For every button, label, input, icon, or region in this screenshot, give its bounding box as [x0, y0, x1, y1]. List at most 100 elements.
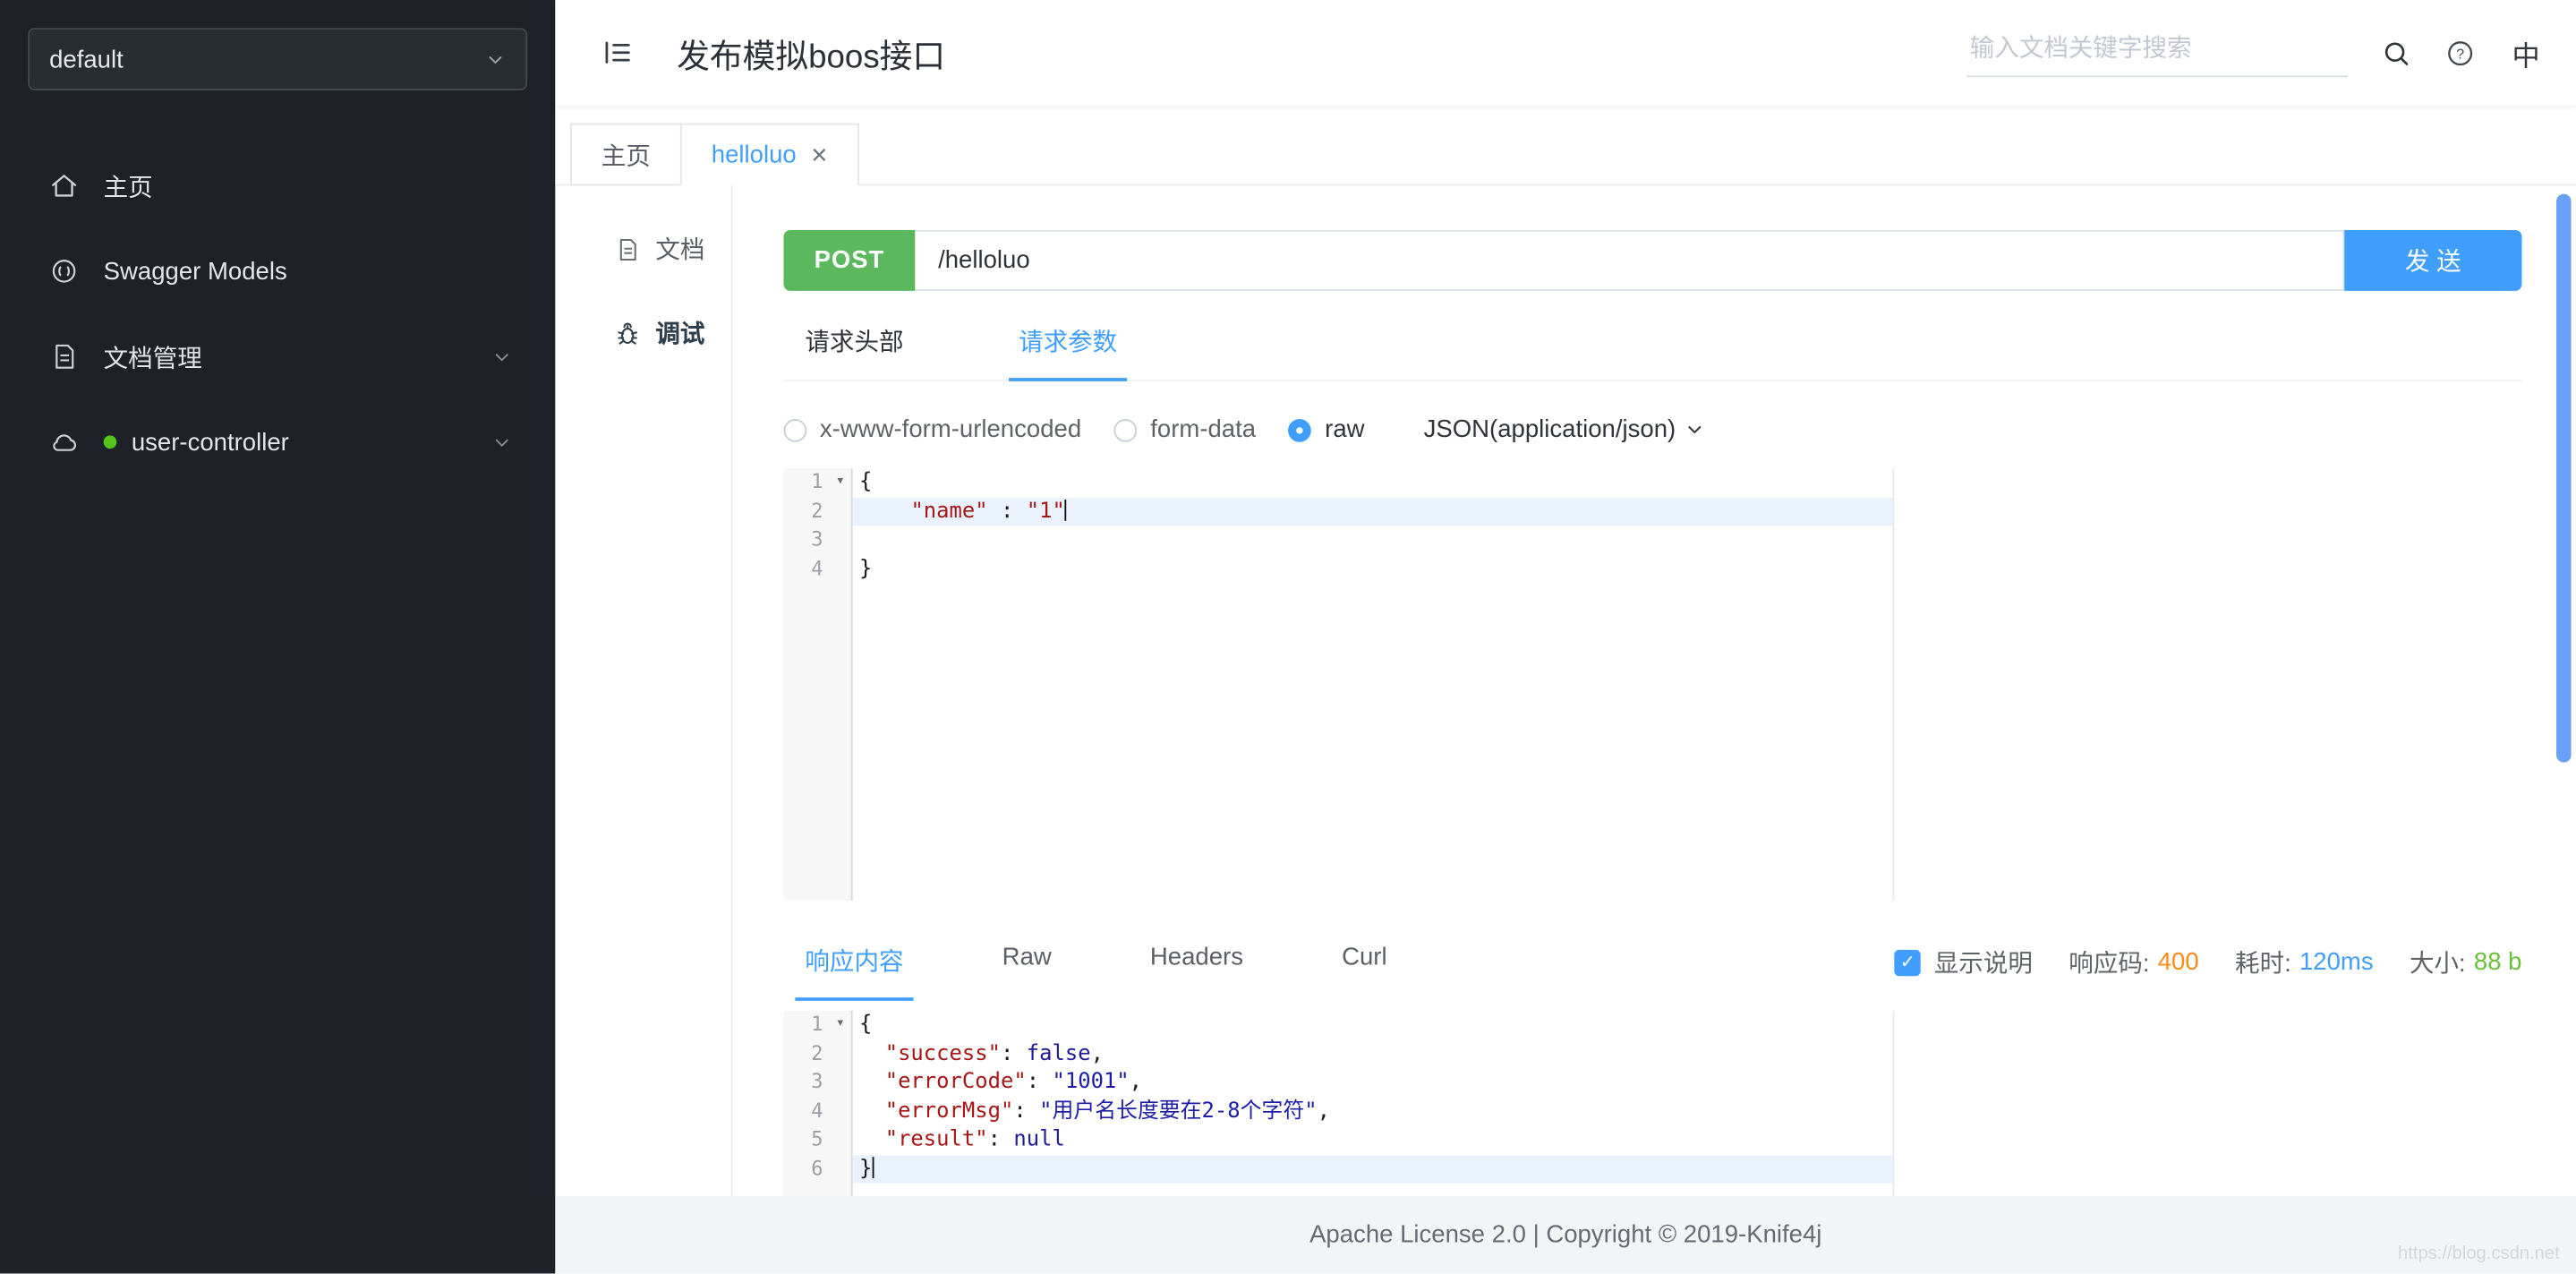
sidebar-item-user-controller[interactable]: user-controller: [0, 399, 555, 484]
search-icon[interactable]: [2381, 37, 2412, 68]
chevron-down-icon: [484, 48, 506, 70]
radio-label: raw: [1325, 415, 1365, 444]
tab-label: helloluo: [711, 140, 797, 169]
mini-nav-debug-label: 调试: [655, 320, 705, 349]
sidebar-item-doc-manage[interactable]: 文档管理: [0, 314, 555, 399]
text-cursor: [872, 1156, 874, 1178]
sidebar-item-label: 文档管理: [103, 344, 202, 372]
document-tabbar: 主页 helloluo: [555, 105, 2576, 186]
mini-nav-doc-label: 文档: [655, 236, 705, 265]
line-number: 3: [811, 1069, 823, 1093]
size-label: 大小:: [2409, 949, 2466, 979]
footer: Apache License 2.0 | Copyright © 2019-Kn…: [555, 1196, 2576, 1274]
page-title: 发布模拟boos接口: [677, 38, 946, 75]
radio-icon: [1113, 418, 1138, 441]
swagger-icon: [49, 256, 79, 286]
radio-label: x-www-form-urlencoded: [819, 415, 1082, 444]
sidebar-item-label: Swagger Models: [103, 257, 287, 286]
fold-arrow-icon: [828, 1011, 853, 1039]
body-type-form-data[interactable]: form-data: [1113, 415, 1257, 444]
tab-helloluo[interactable]: helloluo: [679, 123, 859, 186]
response-tab[interactable]: Headers: [1150, 944, 1243, 999]
code-line: 1{: [784, 468, 1893, 497]
fold-gutter: [828, 1154, 853, 1183]
content-type-select[interactable]: JSON(application/json): [1423, 415, 1706, 444]
cloud-icon: [49, 427, 79, 457]
home-icon: [49, 171, 79, 201]
request-url-row: POST 发 送: [783, 229, 2522, 291]
debug-bug-icon: [614, 320, 640, 346]
doc-body: 文档 调试 POST 发 送 请求头部请求参数 x-www-form-url: [555, 185, 2576, 1210]
body-type-raw[interactable]: raw: [1288, 415, 1365, 444]
fold-gutter: [828, 497, 853, 526]
close-icon[interactable]: [811, 141, 827, 168]
line-number: 1: [811, 469, 823, 493]
license-text: Apache License 2.0 | Copyright © 2019-Kn…: [1309, 1220, 1822, 1249]
elapsed-label: 耗时:: [2235, 949, 2291, 979]
sidebar: default 主页 Swagger Models 文档管理 user-control…: [0, 0, 556, 1274]
chevron-down-icon: [491, 432, 513, 453]
response-meta: 显示说明 响应码: 400 耗时: 120ms 大小: 88 b: [1894, 944, 2522, 979]
sidebar-item-swagger-models[interactable]: Swagger Models: [0, 228, 555, 313]
mini-nav-debug[interactable]: 调试: [555, 291, 730, 375]
fold-arrow-icon: [828, 468, 853, 497]
url-input[interactable]: [915, 229, 2345, 291]
request-tab[interactable]: 请求头部: [805, 324, 903, 380]
line-number: 6: [811, 1156, 823, 1179]
code-line: 1{: [784, 1011, 1893, 1039]
debug-panel: POST 发 送 请求头部 请求参数 x-www-form-urlencoded f…: [733, 185, 2576, 1210]
sidebar-item-home[interactable]: 主页: [0, 143, 555, 228]
radio-icon: [1288, 418, 1312, 441]
code-line: 4 "errorMsg": "用户名长度要在2-8个字符",: [784, 1097, 1893, 1125]
elapsed-value: 120ms: [2299, 948, 2374, 977]
radio-label: form-data: [1150, 415, 1257, 444]
send-button[interactable]: 发 送: [2344, 229, 2522, 291]
fold-gutter: [828, 554, 853, 583]
svg-text:?: ?: [2456, 47, 2464, 62]
size-value: 88 b: [2473, 948, 2522, 977]
method-button[interactable]: POST: [783, 229, 916, 291]
tab-home[interactable]: 主页: [569, 123, 682, 186]
request-body-editor[interactable]: 1{2 "name" : "1"3 4}: [783, 468, 1895, 901]
request-tab[interactable]: 请求参数: [1009, 324, 1128, 381]
response-tab[interactable]: Raw: [1002, 944, 1052, 999]
menu-fold-icon[interactable]: [601, 36, 635, 69]
scrollbar-thumb[interactable]: [2556, 193, 2572, 763]
search-input[interactable]: [1969, 34, 2345, 63]
fold-gutter: [828, 526, 853, 554]
watermark-text: https://blog.csdn.net: [2397, 1244, 2560, 1264]
status-code-value: 400: [2157, 948, 2199, 977]
response-tab[interactable]: Curl: [1342, 944, 1387, 999]
help-icon[interactable]: ?: [2444, 37, 2476, 68]
response-tab[interactable]: 响应内容: [795, 944, 914, 1001]
app-root: default 主页 Swagger Models 文档管理 user-control…: [0, 0, 2576, 1274]
chevron-down-icon: [1684, 419, 1705, 440]
language-toggle[interactable]: 中: [2512, 32, 2539, 73]
sidebar-item-label: 主页: [103, 173, 153, 201]
body-type-x-www-form-urlencoded[interactable]: x-www-form-urlencoded: [783, 415, 1082, 444]
doc-mini-nav: 文档 调试: [555, 185, 733, 1197]
sidebar-item-label: user-controller: [131, 428, 289, 457]
status-code-label: 响应码:: [2068, 949, 2150, 979]
text-cursor: [1064, 499, 1067, 520]
fold-gutter: [828, 1039, 853, 1068]
status-dot: [103, 435, 117, 449]
doc-search: [1966, 28, 2348, 78]
code-line: 5 "result": null: [784, 1125, 1893, 1154]
line-number: 2: [811, 1040, 823, 1065]
show-desc-label: 显示说明: [1933, 949, 2033, 979]
line-number: 3: [811, 527, 823, 551]
show-desc-checkbox[interactable]: [1894, 949, 1922, 976]
fold-gutter: [828, 1125, 853, 1154]
radio-icon: [783, 418, 807, 441]
line-number: 2: [811, 499, 823, 522]
line-number: 4: [811, 556, 823, 580]
content-type-label: JSON(application/json): [1423, 415, 1676, 444]
code-line: 4}: [784, 554, 1893, 583]
response-body-editor[interactable]: 1{2 "success": false,3 "errorCode": "100…: [783, 1010, 1895, 1210]
group-select[interactable]: default: [28, 28, 528, 90]
topbar: 发布模拟boos接口 ? 中: [555, 0, 2576, 106]
mini-nav-doc[interactable]: 文档: [555, 207, 730, 291]
response-header: 响应内容 Raw Headers Curl 显示说明 响应码: 400 耗时: 120…: [784, 944, 2522, 1001]
group-select-value: default: [49, 45, 124, 73]
